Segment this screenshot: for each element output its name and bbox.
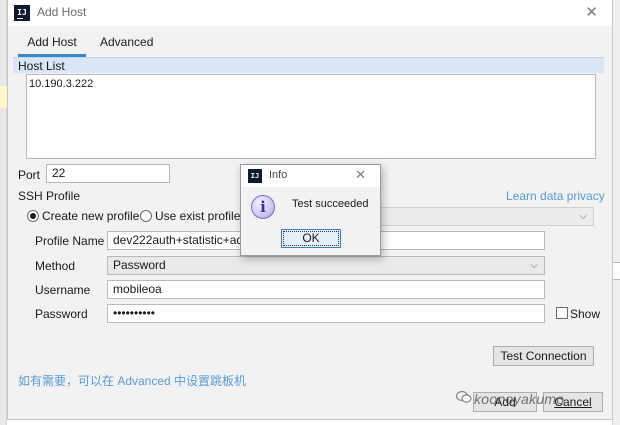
show-password-checkbox[interactable]	[556, 307, 568, 319]
info-dialog: IJ Info ✕ i Test succeeded OK	[240, 164, 381, 256]
method-select-value: Password	[113, 258, 166, 272]
info-titlebar: IJ Info ✕	[241, 165, 380, 187]
host-list-textarea[interactable]: 10.190.3.222	[26, 74, 596, 159]
intellij-app-icon: IJ	[248, 169, 262, 183]
port-label: Port	[18, 168, 41, 182]
host-list-label: Host List	[18, 59, 65, 73]
wechat-icon	[456, 390, 472, 403]
background-highlight	[0, 86, 7, 108]
background-window-right	[612, 0, 620, 425]
username-label: Username	[35, 283, 91, 297]
host-list-header: Host List	[13, 57, 604, 73]
chevron-down-icon: ⌵	[530, 260, 538, 271]
username-input[interactable]: mobileoa	[107, 280, 545, 299]
ok-button[interactable]: OK	[281, 229, 341, 248]
info-dialog-title: Info	[269, 169, 288, 181]
dialog-titlebar: IJ Add Host ✕	[8, 0, 612, 26]
profile-name-label: Profile Name	[35, 234, 105, 248]
close-icon[interactable]: ✕	[585, 3, 598, 21]
method-select[interactable]: Password ⌵	[107, 256, 545, 275]
test-connection-button[interactable]: Test Connection	[493, 346, 594, 366]
port-input[interactable]: 22	[46, 164, 170, 183]
existing-profile-select: ⌵	[378, 207, 594, 226]
password-label: Password	[35, 307, 88, 321]
info-message: Test succeeded	[292, 198, 369, 210]
learn-data-privacy-link[interactable]: Learn data privacy	[506, 189, 605, 203]
use-exist-profile-label[interactable]: Use exist profile	[155, 209, 240, 223]
intellij-app-icon: IJ	[14, 5, 30, 21]
close-icon[interactable]: ✕	[355, 167, 366, 183]
method-label: Method	[35, 259, 76, 273]
password-input[interactable]: ••••••••••	[107, 304, 545, 323]
advanced-hint: 如有需要，可以在 Advanced 中设置跳板机	[18, 374, 247, 388]
create-new-profile-label[interactable]: Create new profile	[42, 209, 139, 223]
tab-advanced[interactable]: Advanced	[94, 33, 159, 57]
show-password-label[interactable]: Show	[570, 307, 600, 321]
use-exist-profile-radio[interactable]	[140, 210, 152, 222]
background-window-left	[0, 0, 7, 425]
background-tab-edge	[612, 262, 620, 280]
create-new-profile-radio[interactable]	[27, 210, 39, 222]
info-icon: i	[251, 195, 275, 219]
dialog-title: Add Host	[37, 5, 87, 19]
chevron-down-icon: ⌵	[579, 211, 587, 222]
watermark-text: koonoyakumo	[474, 391, 565, 407]
ssh-profile-label: SSH Profile	[18, 189, 81, 203]
tab-add-host[interactable]: Add Host	[18, 33, 86, 57]
